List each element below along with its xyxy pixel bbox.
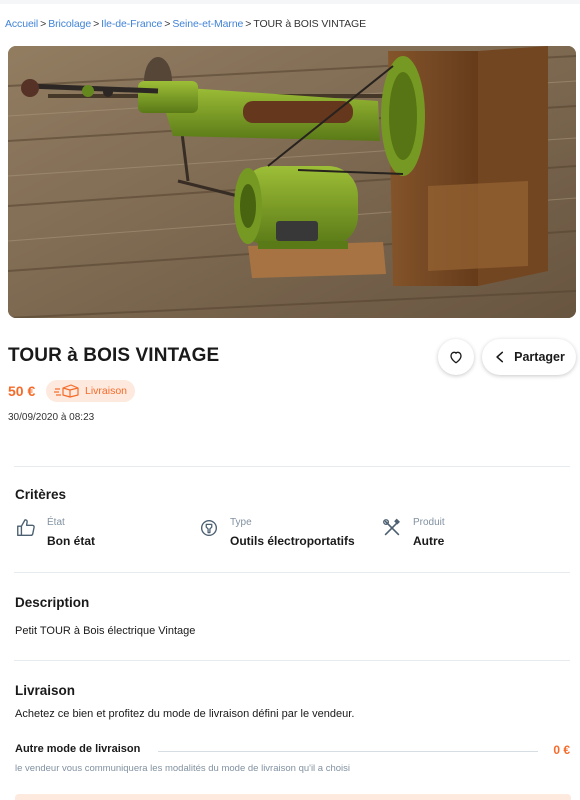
delivery-text: Achetez ce bien et profitez du mode de l… — [15, 708, 355, 720]
listing-date: 30/09/2020 à 08:23 — [8, 412, 95, 423]
other-delivery-mode-label: Autre mode de livraison — [15, 743, 141, 755]
lathe-photo-illustration — [8, 46, 576, 318]
delivery-title: Livraison — [15, 683, 76, 698]
breadcrumb-current: TOUR à BOIS VINTAGE — [253, 18, 366, 30]
criteria-value: Bon état — [47, 534, 95, 548]
share-icon — [496, 351, 504, 363]
breadcrumb-category[interactable]: Bricolage — [48, 18, 91, 30]
description-title: Description — [15, 595, 90, 610]
criteria-item-type: Type Outils électroportatifs — [198, 516, 355, 548]
criteria-item-etat: État Bon état — [15, 516, 95, 548]
criteria-value: Outils électroportatifs — [230, 534, 355, 548]
favorite-button[interactable] — [438, 339, 474, 375]
delivery-badge: Livraison — [46, 380, 136, 402]
listing-title: TOUR à BOIS VINTAGE — [8, 345, 220, 366]
share-button[interactable]: Partager — [482, 339, 576, 375]
breadcrumb-separator: > — [164, 18, 171, 30]
share-label: Partager — [514, 350, 565, 364]
criteria-label: Produit — [413, 517, 445, 528]
leader-line — [158, 751, 538, 752]
criteria-label: Type — [230, 517, 252, 528]
divider — [14, 572, 570, 573]
buy-banner-edge — [15, 794, 571, 800]
breadcrumb: Accueil > Bricolage > Ile-de-France > Seine-et… — [5, 18, 366, 30]
breadcrumb-department[interactable]: Seine-et-Marne — [172, 18, 243, 30]
divider — [14, 466, 570, 467]
wrench-screwdriver-icon — [383, 518, 400, 536]
criteria-label: État — [47, 517, 65, 528]
top-bar-edge — [0, 0, 580, 4]
other-delivery-mode-note: le vendeur vous communiquera les modalit… — [15, 763, 351, 774]
breadcrumb-region[interactable]: Ile-de-France — [101, 18, 162, 30]
criteria-item-produit: Produit Autre — [381, 516, 445, 548]
thumbs-up-icon — [17, 519, 35, 537]
breadcrumb-separator: > — [40, 18, 47, 30]
other-delivery-mode-price: 0 € — [553, 743, 570, 757]
breadcrumb-home[interactable]: Accueil — [5, 18, 38, 30]
listing-photo[interactable] — [8, 46, 576, 318]
criteria-title: Critères — [15, 487, 67, 502]
tool-icon — [200, 519, 218, 537]
heart-icon — [450, 351, 462, 364]
breadcrumb-separator: > — [93, 18, 100, 30]
breadcrumb-separator: > — [245, 18, 252, 30]
criteria-value: Autre — [413, 534, 445, 548]
package-icon — [54, 384, 79, 398]
description-text: Petit TOUR à Bois électrique Vintage — [15, 625, 196, 637]
delivery-badge-label: Livraison — [85, 385, 128, 397]
divider — [14, 660, 570, 661]
listing-price: 50 € — [8, 383, 36, 399]
